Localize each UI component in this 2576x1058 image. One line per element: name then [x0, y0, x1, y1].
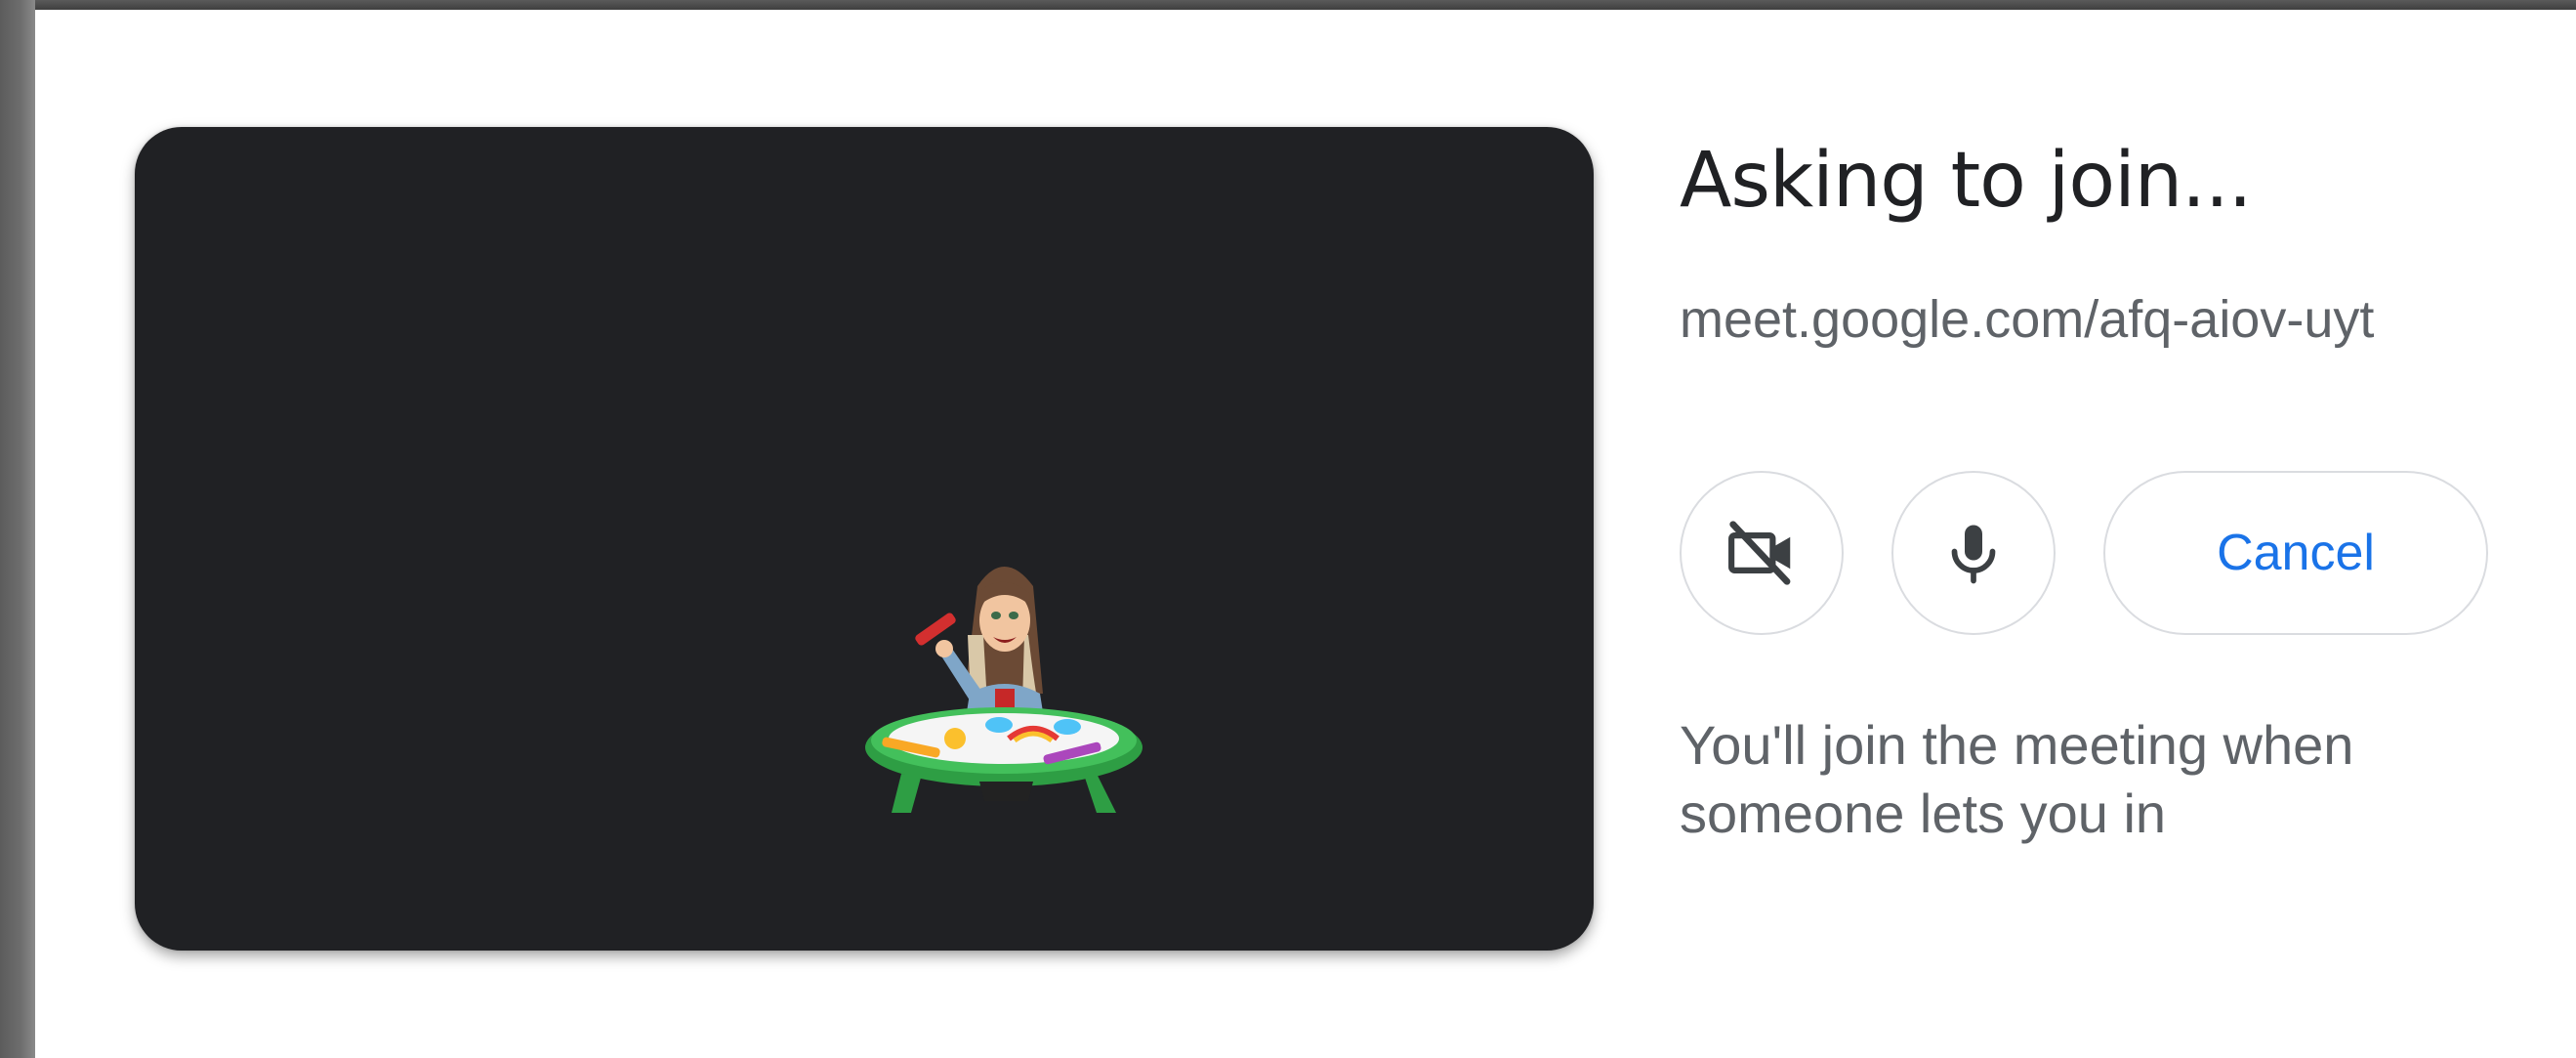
- camera-toggle-button[interactable]: [1680, 471, 1844, 635]
- join-info-message: You'll join the meeting when someone let…: [1680, 714, 2354, 844]
- page-title: Asking to join...: [1680, 137, 2253, 225]
- camera-off-icon: [1728, 521, 1791, 585]
- meeting-url: meet.google.com/afq-aiov-uyt: [1680, 290, 2375, 349]
- cancel-button[interactable]: Cancel: [2103, 471, 2488, 635]
- microphone-toggle-button[interactable]: [1891, 471, 2056, 635]
- window-frame-left: [0, 0, 35, 1058]
- window-frame-top: [0, 0, 2576, 10]
- video-preview: [135, 127, 1594, 951]
- avatar-bitmoji: [865, 567, 1143, 813]
- microphone-icon: [1951, 525, 1996, 584]
